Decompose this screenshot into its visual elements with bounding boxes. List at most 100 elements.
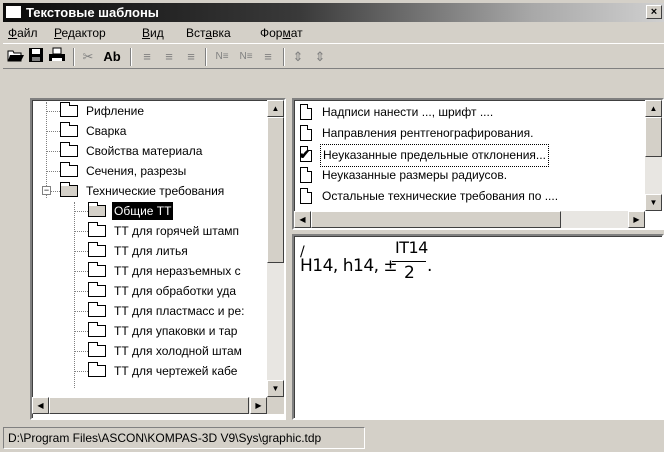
tree-item-label: ТТ для пластмасс и ре:: [114, 304, 245, 318]
align-center-icon[interactable]: ≡: [161, 47, 177, 67]
list-item-label: Направления рентгенографирования.: [322, 126, 534, 140]
scroll-thumb[interactable]: [311, 211, 561, 228]
scroll-thumb[interactable]: [645, 117, 662, 157]
list-item-label: Надписи нанести ..., шрифт ....: [322, 105, 494, 119]
folder-icon: [88, 242, 106, 257]
template-list: Надписи нанести ..., шрифт .... Направле…: [292, 98, 664, 230]
tree-connector: [74, 351, 88, 352]
tree-item-label: Сварка: [86, 124, 127, 138]
tree-content: Рифление Сварка Свойства материала Сечен…: [34, 102, 268, 396]
preview-numerator: IT14: [395, 238, 428, 257]
indent-up-icon[interactable]: ⇕: [290, 47, 306, 67]
print-icon[interactable]: [47, 47, 67, 67]
preview-text: Н14, h14, ±: [300, 256, 398, 276]
document-icon: [300, 167, 312, 183]
title-bar[interactable]: Текстовые шаблоны ×: [3, 3, 664, 22]
toolbar-separator: [130, 48, 132, 66]
status-file-path: D:\Program Files\ASCON\KOMPAS-3D V9\Sys\…: [3, 427, 365, 449]
list-item[interactable]: Неуказанные размеры радиусов.: [300, 165, 640, 186]
document-icon: [300, 188, 312, 204]
scroll-right-button[interactable]: ▶: [250, 397, 267, 414]
scroll-down-button[interactable]: ▼: [645, 194, 662, 211]
tree-connector: [51, 191, 60, 192]
numbering-icon[interactable]: N≡: [211, 47, 233, 67]
tree-connector: [74, 271, 88, 272]
menu-view[interactable]: Вид: [142, 26, 164, 40]
tree-connector: [74, 291, 88, 292]
save-icon[interactable]: [27, 47, 45, 67]
scroll-thumb[interactable]: [49, 397, 249, 414]
tree-horizontal-scrollbar[interactable]: ◀ ▶: [32, 397, 267, 414]
menu-bar: Файл Редактор Вид Вставка Формат: [3, 23, 664, 43]
fraction-bar: [392, 261, 426, 262]
tree-item-label: ТТ для чертежей кабе: [114, 364, 238, 378]
align-right-icon[interactable]: ≡: [183, 47, 199, 67]
scroll-thumb[interactable]: [267, 117, 284, 263]
folder-icon: [60, 102, 78, 117]
numbering-format-icon[interactable]: ≡: [259, 47, 277, 67]
folder-icon: [88, 322, 106, 337]
list-item-label: Неуказанные размеры радиусов.: [322, 168, 508, 182]
scroll-up-button[interactable]: ▲: [267, 100, 284, 117]
menu-file[interactable]: Файл: [8, 26, 38, 40]
folder-icon: [88, 342, 106, 357]
scroll-left-button[interactable]: ◀: [294, 211, 311, 228]
window-title: Текстовые шаблоны: [26, 5, 159, 20]
numbering-sub-icon[interactable]: N≡: [235, 47, 257, 67]
tree-connector: [74, 202, 75, 388]
tree-item-label: Рифление: [86, 104, 144, 118]
preview-period: .: [427, 256, 432, 276]
folder-open-icon[interactable]: [7, 47, 25, 67]
scroll-down-button[interactable]: ▼: [267, 380, 284, 397]
checkmark-icon: ✔: [299, 146, 311, 162]
tree-item-label: ТТ для неразъемных с: [114, 264, 241, 278]
document-icon: [300, 104, 312, 120]
menu-format[interactable]: Формат: [260, 26, 303, 40]
close-button[interactable]: ×: [646, 5, 662, 19]
tree-connector: [46, 151, 60, 152]
folder-icon: [88, 362, 106, 377]
tree-item-label: Сечения, разрезы: [86, 164, 187, 178]
scroll-right-button[interactable]: ▶: [628, 211, 645, 228]
tree-connector: [74, 311, 88, 312]
list-item[interactable]: Направления рентгенографирования.: [300, 123, 640, 144]
document-icon: [300, 125, 312, 141]
tree-connector: [74, 331, 88, 332]
list-vertical-scrollbar[interactable]: ▲ ▼: [645, 100, 662, 211]
toolbar-separator: [283, 48, 285, 66]
tree-item-label: Технические требования: [86, 184, 225, 198]
tree-item-label: ТТ для литья: [114, 244, 188, 258]
list-item[interactable]: Надписи нанести ..., шрифт ....: [300, 102, 640, 123]
toolbar-separator: [205, 48, 207, 66]
window-icon: [6, 6, 21, 18]
list-item-label: Остальные технические требования по ....: [322, 189, 559, 203]
collapse-toggle[interactable]: −: [42, 186, 51, 195]
folder-open-icon: [88, 202, 106, 217]
cut-icon[interactable]: ✂: [79, 47, 97, 67]
folder-open-icon: [60, 182, 78, 197]
tree-connector: [46, 111, 60, 112]
folder-icon: [88, 262, 106, 277]
folder-icon: [88, 222, 106, 237]
scroll-up-button[interactable]: ▲: [645, 100, 662, 117]
folder-icon: [60, 162, 78, 177]
tree-item-label: ТТ для обработки уда: [114, 284, 237, 298]
list-item-selected[interactable]: ✔ Неуказанные предельные отклонения...: [299, 144, 640, 167]
menu-insert[interactable]: Вставка: [186, 26, 231, 40]
list-horizontal-scrollbar[interactable]: ◀ ▶: [294, 211, 645, 228]
toolbar-separator: [73, 48, 75, 66]
indent-down-icon[interactable]: ⇕: [312, 47, 328, 67]
scroll-left-button[interactable]: ◀: [32, 397, 49, 414]
menu-editor[interactable]: Редактор: [54, 26, 106, 40]
scroll-corner: [267, 397, 284, 414]
folder-icon: [88, 302, 106, 317]
tree-item-label: Свойства материала: [86, 144, 203, 158]
tree-vertical-scrollbar[interactable]: ▲ ▼: [267, 100, 284, 397]
tree-connector: [46, 131, 60, 132]
list-item[interactable]: Остальные технические требования по ....: [300, 186, 640, 207]
toolbar: ✂ Ab ≡ ≡ ≡ N≡ N≡ ≡ ⇕ ⇕: [3, 43, 664, 69]
align-left-icon[interactable]: ≡: [139, 47, 155, 67]
tree-connector: [74, 231, 88, 232]
tree-connector: [46, 102, 47, 198]
font-icon[interactable]: Ab: [100, 47, 124, 67]
